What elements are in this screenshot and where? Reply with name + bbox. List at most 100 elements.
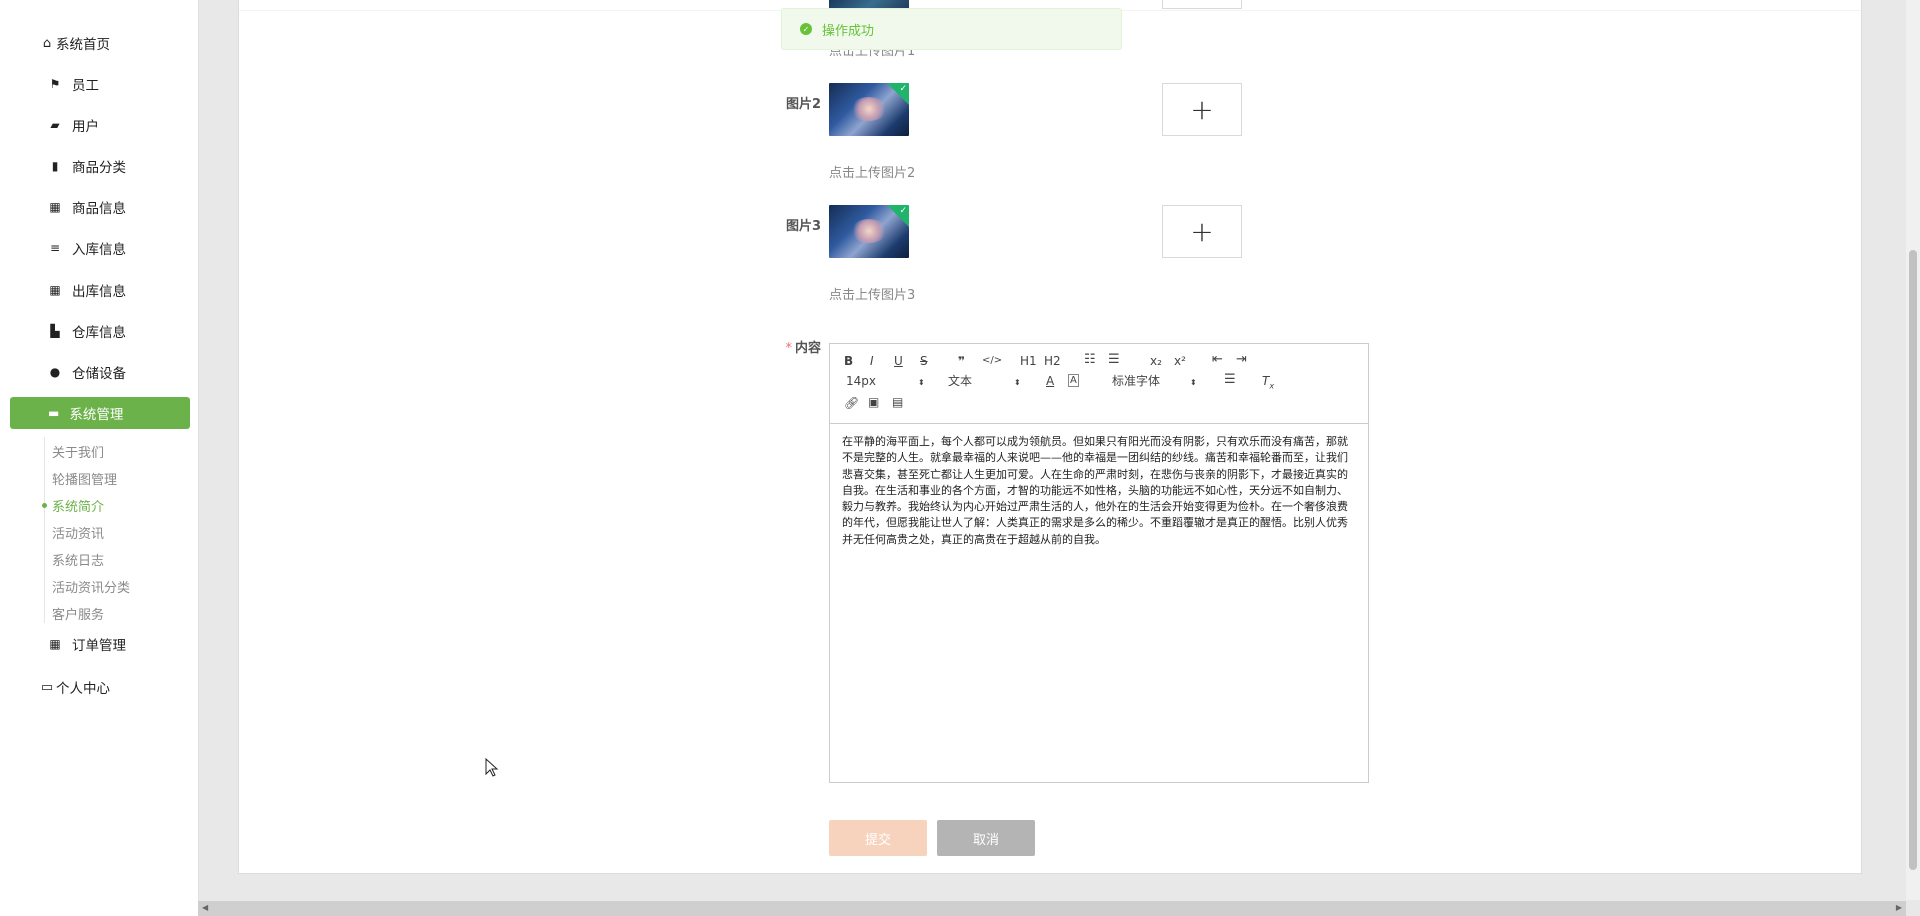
sidebar-item-outbound[interactable]: ▦ 出库信息 (48, 280, 126, 300)
font-family-value: 标准字体 (1112, 374, 1161, 388)
image-icon[interactable]: ▣ (868, 395, 879, 409)
check-circle-icon: ✓ (800, 23, 812, 35)
image2-label: 图片2 (785, 97, 821, 112)
scroll-right-icon[interactable]: ▶ (1896, 903, 1902, 912)
strike-button[interactable]: S (920, 354, 928, 368)
select-arrow-icon: ⬍ (1190, 378, 1197, 387)
text-type-value: 文本 (948, 374, 973, 388)
submenu-item-carousel[interactable]: 轮播图管理 (52, 469, 117, 488)
background-color-icon[interactable]: A (1068, 374, 1079, 387)
plus-icon: + (1190, 93, 1214, 126)
bold-button[interactable]: B (844, 354, 853, 368)
editor-content[interactable]: 在平静的海平面上，每个人都可以成为领航员。但如果只有阳光而没有阴影，只有欢乐而没… (842, 434, 1354, 548)
cancel-button[interactable]: 取消 (937, 820, 1035, 856)
scroll-left-icon[interactable]: ◀ (202, 903, 208, 912)
sidebar-item-warehouse[interactable]: ▙ 仓库信息 (48, 321, 126, 341)
grid-icon: ▦ (49, 283, 61, 297)
image3-thumbnail[interactable]: ✓ (829, 205, 909, 258)
card-icon: ▭ (40, 679, 54, 695)
subscript-button[interactable]: x₂ (1150, 354, 1162, 368)
font-color-icon[interactable]: A (1046, 374, 1054, 388)
content-label-text: 内容 (794, 341, 821, 356)
vertical-scrollbar[interactable] (1906, 0, 1920, 900)
image2-thumbnail[interactable]: ✓ (829, 83, 909, 136)
outdent-icon[interactable]: ⇤ (1212, 353, 1223, 367)
grid-icon: ▦ (49, 637, 61, 651)
plus-icon: + (1190, 215, 1214, 248)
font-size-select[interactable]: 14px ⬍ (846, 374, 925, 390)
vertical-scrollbar-thumb[interactable] (1909, 250, 1917, 870)
image2-upload-hint[interactable]: 点击上传图片2 (829, 162, 915, 181)
submenu-item-logs[interactable]: 系统日志 (52, 550, 104, 569)
sidebar-item-label: 个人中心 (56, 681, 110, 697)
sidebar-item-product[interactable]: ▦ 商品信息 (48, 197, 126, 217)
submenu-item-about[interactable]: 关于我们 (52, 442, 104, 461)
ordered-list-icon[interactable]: ☷ (1084, 353, 1096, 367)
header2-button[interactable]: H2 (1044, 354, 1061, 368)
submenu-guide-line (44, 437, 45, 623)
check-icon: ✓ (899, 206, 907, 216)
clear-format-icon[interactable]: Tx (1262, 374, 1274, 393)
truck-icon: ▙ (50, 324, 60, 338)
image3-upload-button[interactable]: + (1162, 205, 1242, 258)
font-family-select[interactable]: 标准字体 ⬍ (1112, 374, 1197, 390)
flag-icon: ⚑ (49, 77, 61, 91)
sidebar-item-equipment[interactable]: ● 仓储设备 (48, 362, 126, 382)
current-indicator-dot (42, 503, 47, 508)
required-mark: * (785, 341, 792, 356)
superscript-button[interactable]: x² (1174, 354, 1186, 368)
sidebar-item-label: 入库信息 (72, 242, 126, 258)
sidebar-item-home[interactable]: ⌂ 系统首页 (40, 33, 110, 54)
header1-button[interactable]: H1 (1020, 354, 1037, 368)
bullet-list-icon[interactable]: ☰ (1108, 353, 1120, 367)
sidebar-item-orders[interactable]: ▦ 订单管理 (48, 634, 126, 654)
submenu-item-service[interactable]: 客户服务 (52, 604, 104, 623)
blockquote-button[interactable]: ❞ (958, 354, 965, 368)
image3-label: 图片3 (785, 219, 821, 234)
image2-upload-button[interactable]: + (1162, 83, 1242, 136)
sidebar-item-label: 商品信息 (72, 201, 126, 217)
sidebar-item-label: 系统管理 (69, 407, 124, 423)
horizontal-scrollbar[interactable]: ◀ ▶ (198, 901, 1906, 916)
content-label: * 内容 (731, 337, 821, 356)
editor-toolbar: B I U S ❞ </> H1 H2 ☷ ☰ x₂ x² ⇤ ⇥ 14px ⬍ … (830, 344, 1368, 424)
font-size-value: 14px (846, 374, 876, 388)
briefcase-icon: ▰ (50, 118, 60, 132)
sidebar: ⌂ 系统首页 ⚑ 员工 ▰ 用户 ▮ 商品分类 ▦ 商品信息 ≡ 入库信息 ▦ … (0, 0, 199, 916)
handshake-image (851, 219, 887, 243)
submenu-item-news[interactable]: 活动资讯 (52, 523, 104, 542)
italic-button[interactable]: I (870, 354, 874, 368)
text-type-select[interactable]: 文本 ⬍ (948, 374, 1021, 390)
sidebar-item-system-management[interactable]: ▬ 系统管理 (10, 397, 190, 429)
select-arrow-icon: ⬍ (1014, 378, 1021, 387)
sidebar-item-category[interactable]: ▮ 商品分类 (48, 156, 126, 176)
link-icon[interactable]: 🔗︎ (844, 396, 859, 410)
sidebar-item-inbound[interactable]: ≡ 入库信息 (48, 238, 126, 258)
sidebar-item-label: 出库信息 (72, 284, 126, 300)
success-toast: ✓ 操作成功 (781, 8, 1122, 50)
sidebar-item-profile[interactable]: ▭ 个人中心 (40, 677, 110, 698)
check-icon: ✓ (899, 84, 907, 94)
sidebar-item-employee[interactable]: ⚑ 员工 (48, 74, 99, 94)
image3-upload-hint[interactable]: 点击上传图片3 (829, 284, 915, 303)
submit-button[interactable]: 提交 (829, 820, 927, 856)
code-block-button[interactable]: </> (982, 354, 1002, 368)
list-icon: ≡ (49, 241, 61, 255)
indent-icon[interactable]: ⇥ (1236, 353, 1247, 367)
home-icon: ⌂ (42, 35, 52, 51)
sidebar-item-label: 商品分类 (72, 160, 126, 176)
underline-button[interactable]: U (894, 354, 903, 368)
monitor-icon: ▬ (48, 406, 60, 420)
image1-upload-button[interactable] (1162, 0, 1242, 9)
grid-icon: ▦ (49, 200, 61, 214)
form-panel: 点击上传图片1 图片2 ✓ + 点击上传图片2 图片3 ✓ + 点击上传图片3 … (238, 0, 1862, 874)
align-icon[interactable]: ☰ (1224, 373, 1236, 387)
mouse-cursor-icon (485, 758, 499, 777)
submenu-item-news-category[interactable]: 活动资讯分类 (52, 577, 130, 596)
clipboard-icon: ▮ (51, 159, 59, 173)
submenu-item-intro[interactable]: 系统简介 (52, 496, 104, 515)
sidebar-item-user[interactable]: ▰ 用户 (48, 115, 99, 135)
video-icon[interactable]: ▤ (892, 395, 903, 409)
sidebar-item-label: 员工 (72, 78, 99, 94)
toast-message: 操作成功 (822, 23, 875, 39)
